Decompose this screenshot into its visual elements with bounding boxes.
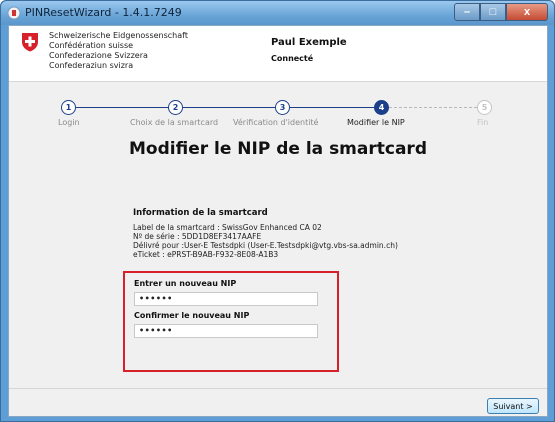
- wizard-content: Schweizerische Eidgenossenschaft Confédé…: [8, 25, 548, 417]
- pin-highlight-box: Entrer un nouveau NIP •••••• Confirmer l…: [123, 271, 339, 372]
- step-5-label: Fin: [477, 118, 489, 127]
- step-4-label: Modifier le NIP: [347, 118, 405, 127]
- smartcard-issued-to: Délivré pour :User-E Testsdpki (User-E.T…: [133, 241, 398, 250]
- confirm-pin-label: Confirmer le nouveau NIP: [134, 311, 250, 320]
- step-connector: [183, 107, 275, 108]
- minimize-button[interactable]: –: [454, 3, 480, 21]
- step-connector: [389, 107, 477, 108]
- swiss-shield-icon: [22, 33, 38, 52]
- step-connector: [76, 107, 168, 108]
- federation-name: Schweizerische Eidgenossenschaft Confédé…: [49, 31, 188, 71]
- federation-line: Confédération suisse: [49, 41, 134, 50]
- federation-line: Confederazione Svizzera: [49, 51, 148, 60]
- smartcard-eticket: eTicket : ePRST-B9AB-F932-8E08-A1B3: [133, 250, 279, 259]
- federation-line: Schweizerische Eidgenossenschaft: [49, 31, 188, 40]
- app-icon: [7, 6, 21, 20]
- confirm-pin-input[interactable]: ••••••: [134, 324, 318, 338]
- new-pin-label: Entrer un nouveau NIP: [134, 279, 237, 288]
- step-4-indicator: 4: [374, 100, 389, 115]
- federation-line: Confederaziun svizra: [49, 61, 134, 70]
- smartcard-serial: Nº de série : 5DD1D8EF3417AAFE: [133, 232, 262, 241]
- step-2-label: Choix de la smartcard: [130, 118, 219, 127]
- smartcard-info-heading: Information de la smartcard: [133, 208, 268, 218]
- user-name: Paul Exemple: [271, 37, 347, 48]
- window-title: PINResetWizard - 1.4.1.7249: [25, 6, 182, 19]
- close-button[interactable]: x: [506, 3, 548, 21]
- step-3-indicator: 3: [275, 100, 290, 115]
- step-3-label: Vérification d'identité: [233, 118, 319, 127]
- step-connector: [290, 107, 374, 108]
- next-button[interactable]: Suivant >: [487, 398, 539, 414]
- new-pin-input[interactable]: ••••••: [134, 292, 318, 306]
- step-1-indicator: 1: [61, 100, 76, 115]
- smartcard-info: Information de la smartcard Label de la …: [133, 208, 398, 259]
- connection-status: Connecté: [271, 54, 314, 63]
- smartcard-label: Label de la smartcard : SwissGov Enhance…: [133, 223, 322, 232]
- header: Schweizerische Eidgenossenschaft Confédé…: [9, 26, 547, 82]
- step-1-label: Login: [58, 118, 80, 127]
- step-5-indicator: 5: [477, 100, 492, 115]
- app-window: PINResetWizard - 1.4.1.7249 – □ x Schwei…: [0, 0, 555, 422]
- window-controls: – □ x: [454, 3, 548, 21]
- page-title: Modifier le NIP de la smartcard: [129, 139, 427, 159]
- maximize-button[interactable]: □: [480, 3, 506, 21]
- title-bar[interactable]: PINResetWizard - 1.4.1.7249 – □ x: [1, 1, 554, 25]
- footer-divider: [9, 388, 547, 389]
- step-2-indicator: 2: [168, 100, 183, 115]
